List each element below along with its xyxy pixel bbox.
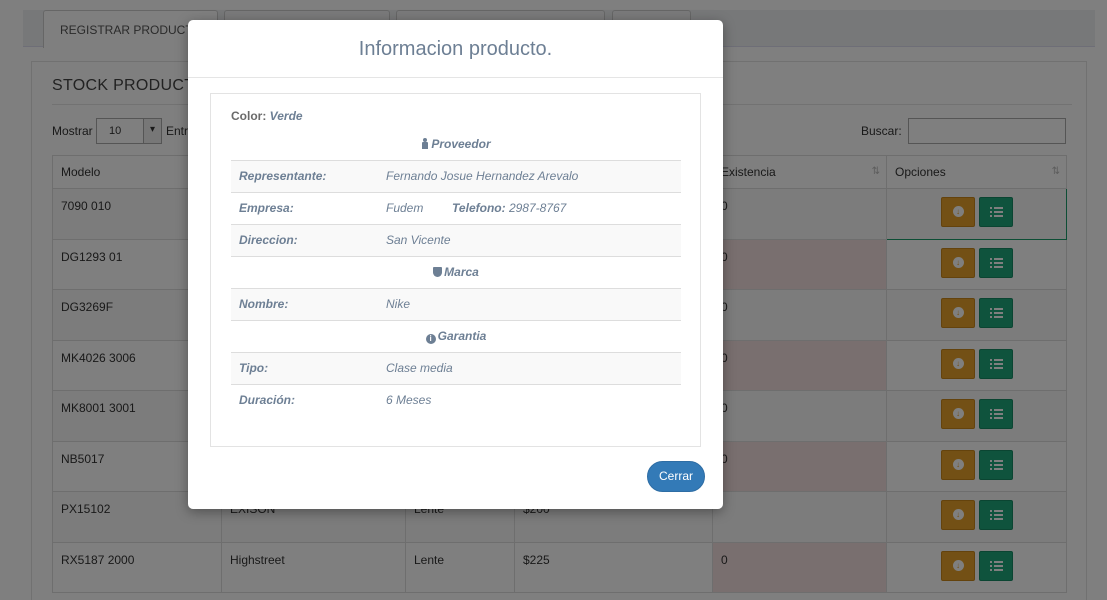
modal-body: Color: Verde Proveedor Representante: Fe… (210, 93, 701, 447)
empresa-label: Empresa: (231, 191, 378, 224)
color-label: Color: (231, 109, 267, 123)
telefono-label: Telefono: (452, 201, 506, 215)
section-proveedor: Proveedor (231, 128, 681, 160)
telefono-value: 2987-8767 (508, 201, 567, 215)
user-icon (421, 137, 429, 149)
modal-header: Informacion producto. (188, 20, 723, 78)
info-icon: i (425, 333, 436, 344)
duracion-value: 6 Meses (378, 383, 681, 416)
nombre-label: Nombre: (231, 287, 378, 320)
row-direccion: Direccion: San Vicente (231, 223, 681, 256)
row-representante: Representante: Fernando Josue Hernandez … (231, 159, 681, 192)
section-garantia: i Garantia (231, 319, 681, 352)
duracion-label: Duración: (231, 383, 378, 416)
row-duracion: Duración: 6 Meses (231, 383, 681, 416)
row-tipo: Tipo: Clase media (231, 351, 681, 384)
row-nombre: Nombre: Nike (231, 287, 681, 320)
color-line: Color: Verde (231, 109, 303, 123)
product-info-table: Proveedor Representante: Fernando Josue … (231, 128, 681, 416)
row-empresa: Empresa: Fudem Telefono: 2987-8767 (231, 191, 681, 224)
shield-icon (433, 267, 443, 277)
tipo-value: Clase media (378, 351, 681, 384)
direccion-value: San Vicente (378, 223, 681, 256)
section-title: Garantia (437, 328, 487, 343)
empresa-value: Fudem (386, 201, 424, 215)
color-value: Verde (269, 109, 303, 123)
empresa-cell: Fudem Telefono: 2987-8767 (378, 191, 681, 224)
tipo-label: Tipo: (231, 351, 378, 384)
nombre-value: Nike (378, 287, 681, 320)
representante-label: Representante: (231, 159, 378, 192)
modal-title: Informacion producto. (358, 38, 553, 60)
section-title: Marca (444, 265, 479, 279)
close-button[interactable]: Cerrar (647, 461, 705, 492)
product-info-modal: Informacion producto. Color: Verde Prove… (188, 20, 723, 509)
section-title: Proveedor (431, 136, 491, 151)
representante-value: Fernando Josue Hernandez Arevalo (378, 159, 681, 192)
direccion-label: Direccion: (231, 223, 378, 256)
section-marca: Marca (231, 255, 681, 288)
